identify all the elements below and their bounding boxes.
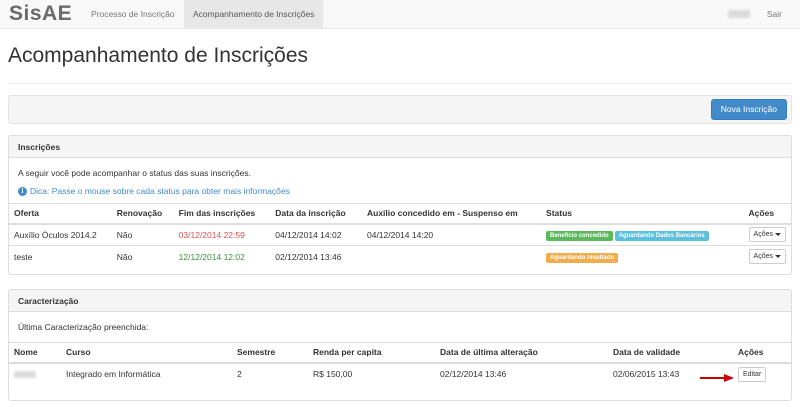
acoes-label: Ações [753, 253, 773, 261]
col-data-inscricao: Data da inscrição [270, 203, 362, 225]
acoes-label: Ações [753, 231, 773, 239]
editar-button[interactable]: Editar [738, 366, 767, 382]
cell-nome [9, 362, 61, 385]
cell-status: Benefício concedido Aguardando Dados Banc… [541, 223, 744, 246]
logout-link[interactable]: Sair [767, 0, 782, 29]
col-acoes: Ações [743, 203, 791, 225]
cell-ultima-alteracao: 02/12/2014 13:46 [435, 362, 608, 385]
status-badge-dados-bancarios[interactable]: Aguardando Dados Bancários [614, 230, 709, 241]
col-renovacao: Renovação [111, 203, 174, 225]
col-ultima-alteracao: Data de última alteração [435, 342, 608, 364]
cell-curso: Integrado em Informática [61, 362, 232, 385]
cell-renda: R$ 150,00 [308, 362, 435, 385]
tip-line: i Dica: Passe o mouse sobre cada status … [9, 186, 791, 196]
inscricoes-heading: Inscrições [9, 136, 791, 158]
table-row: teste Não 12/12/2014 12:02 02/12/2014 13… [9, 245, 791, 268]
inscricoes-table: Oferta Renovação Fim das inscrições Data… [9, 203, 791, 268]
action-bar: Nova Inscrição [8, 95, 792, 124]
caret-down-icon [775, 254, 781, 258]
cell-auxilio: 04/12/2014 14:20 [361, 223, 542, 246]
top-navbar: SisAE Processo de Inscrição Acompanhamen… [0, 0, 800, 29]
cell-semestre: 2 [232, 362, 308, 385]
inscricoes-intro: A seguir você pode acompanhar o status d… [18, 168, 251, 178]
col-semestre: Semestre [232, 342, 308, 364]
col-auxilio-concedido: Auxilio concedido em - Suspenso em [361, 203, 542, 225]
caracterizacao-panel: Caracterização Última Caracterização pre… [8, 289, 792, 401]
caracterizacao-intro: Última Caracterização preenchida: [18, 322, 149, 332]
cell-data-inscricao: 02/12/2014 13:46 [270, 245, 362, 268]
col-status: Status [541, 203, 744, 225]
info-circle-icon: i [18, 186, 27, 196]
cell-oferta: teste [9, 245, 112, 268]
caret-down-icon [775, 232, 781, 236]
status-badge-aguardando-resultado[interactable]: Aguardando resultado [546, 252, 619, 263]
page-title: Acompanhamento de Inscrições [8, 44, 308, 67]
col-curso: Curso [61, 342, 232, 364]
cell-status: Aguardando resultado [541, 245, 744, 268]
cell-fim-inscricoes: 03/12/2014 22:59 [173, 223, 271, 246]
status-badge-beneficio[interactable]: Benefício concedido [546, 230, 613, 241]
caracterizacao-heading: Caracterização [9, 290, 791, 312]
cell-data-inscricao: 04/12/2014 14:02 [270, 223, 362, 246]
acoes-dropdown-button[interactable]: Ações [748, 249, 786, 265]
cell-renovacao: Não [111, 223, 174, 246]
cell-acoes: Ações [743, 223, 791, 246]
col-oferta: Oferta [9, 203, 112, 225]
user-name-redacted[interactable] [728, 10, 750, 18]
col-nome: Nome [9, 342, 61, 364]
title-divider [8, 83, 792, 84]
col-validade: Data de validade [608, 342, 733, 364]
cell-renovacao: Não [111, 245, 174, 268]
caracterizacao-table: Nome Curso Semestre Renda per capita Dat… [9, 342, 791, 385]
cell-auxilio [361, 245, 542, 268]
red-arrow-icon [700, 374, 734, 382]
col-renda: Renda per capita [308, 342, 435, 364]
cell-acoes: Ações [743, 245, 791, 268]
cell-acoes: Editar [733, 362, 791, 385]
table-row: Auxílio Óculos 2014.2 Não 03/12/2014 22:… [9, 223, 791, 246]
table-row: Integrado em Informática 2 R$ 150,00 02/… [9, 362, 791, 385]
cell-oferta: Auxílio Óculos 2014.2 [9, 223, 112, 246]
nav-acompanhamento-inscricoes[interactable]: Acompanhamento de Inscrições [184, 0, 324, 29]
tip-text: Dica: Passe o mouse sobre cada status pa… [30, 186, 290, 196]
acoes-dropdown-button[interactable]: Ações [748, 227, 786, 243]
cell-fim-inscricoes: 12/12/2014 12:02 [173, 245, 271, 268]
new-inscricao-button[interactable]: Nova Inscrição [710, 99, 787, 120]
col-acoes: Ações [733, 342, 791, 364]
col-fim-inscricoes: Fim das inscrições [173, 203, 271, 225]
inscricoes-panel: Inscrições A seguir você pode acompanhar… [8, 135, 792, 275]
nav-processo-inscricao[interactable]: Processo de Inscrição [82, 0, 184, 29]
brand-logo[interactable]: SisAE [9, 2, 72, 26]
redacted-name [14, 371, 36, 379]
